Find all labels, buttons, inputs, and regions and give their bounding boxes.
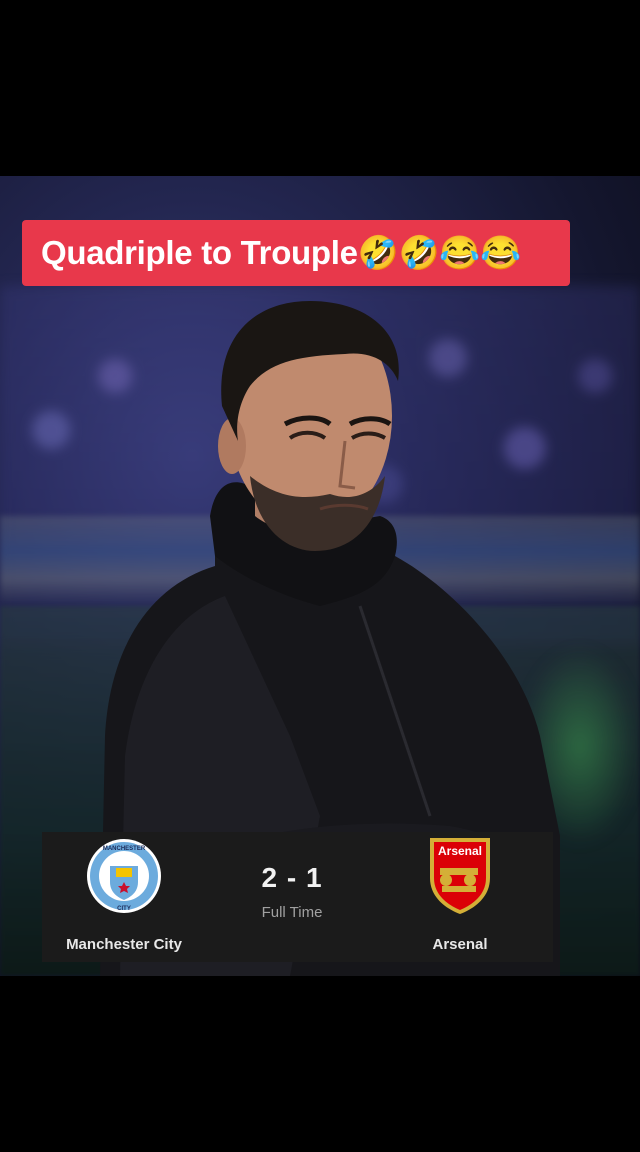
away-team: Arsenal Arsenal — [380, 832, 540, 962]
caption-text: Quadriple to Trouple🤣🤣😂😂 — [41, 233, 521, 271]
svg-text:CITY: CITY — [117, 906, 131, 912]
arsenal-crest-icon: Arsenal — [430, 838, 490, 914]
svg-text:Arsenal: Arsenal — [438, 844, 482, 858]
home-team-name: Manchester City — [66, 936, 182, 953]
match-score: 2 - 1 — [261, 862, 323, 893]
match-status: Full Time — [261, 904, 323, 921]
caption-banner: Quadriple to Trouple🤣🤣😂😂 — [22, 220, 570, 286]
manchester-city-crest-icon: MANCHESTER CITY — [87, 839, 161, 913]
svg-text:MANCHESTER: MANCHESTER — [103, 846, 146, 852]
home-team: MANCHESTER CITY Manchester City — [44, 832, 204, 962]
away-team-name: Arsenal — [432, 936, 488, 953]
scoreboard: MANCHESTER CITY Manchester City 2 - 1 Fu… — [42, 832, 553, 962]
